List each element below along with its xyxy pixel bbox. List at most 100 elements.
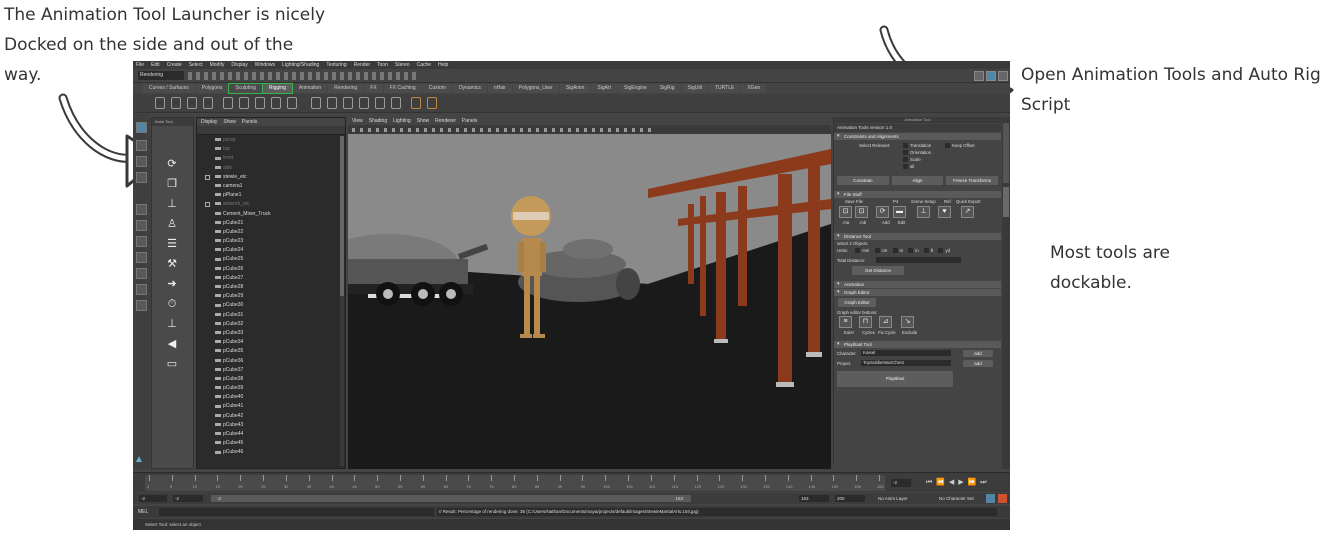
tab-turtle[interactable]: TURTLE: [708, 84, 741, 93]
checkbox-ft[interactable]: [923, 248, 929, 254]
unit-yd[interactable]: yd: [938, 248, 950, 254]
layout-outliner-icon[interactable]: [136, 252, 147, 263]
align-button[interactable]: Align: [891, 176, 944, 185]
command-input[interactable]: [159, 508, 434, 516]
layout-custom-icon[interactable]: [136, 300, 147, 311]
checkbox-in[interactable]: [908, 248, 914, 254]
refresh-icon[interactable]: ⟳: [165, 158, 179, 170]
viewport-menu-show[interactable]: Show: [417, 117, 430, 125]
checkbox-keep-offset[interactable]: [945, 143, 950, 149]
stamp-icon[interactable]: ⊥: [165, 198, 179, 210]
tab-xgen[interactable]: XGen: [741, 84, 767, 93]
outliner-row[interactable]: pCube39: [197, 384, 345, 393]
tab-polygons-user[interactable]: Polygons_User: [512, 84, 559, 93]
copy-pose-icon[interactable]: ❐: [165, 178, 179, 190]
checkbox-translation[interactable]: [903, 143, 908, 149]
total-distance-field[interactable]: [876, 257, 961, 263]
anim-tool-launcher-icon[interactable]: [986, 71, 996, 81]
tab-polygons[interactable]: Polygons: [195, 84, 229, 93]
outliner-row[interactable]: pCube25: [197, 255, 345, 264]
get-distance-button[interactable]: Get Distance: [852, 266, 904, 275]
layout-two-icon[interactable]: [136, 236, 147, 247]
outliner-row[interactable]: pCube40: [197, 393, 345, 402]
orient-constraint-icon[interactable]: [343, 97, 353, 109]
status-line-icons[interactable]: [188, 72, 418, 80]
outliner-row[interactable]: pCube24: [197, 246, 345, 255]
menu-edit[interactable]: Edit: [151, 62, 160, 68]
outliner-row[interactable]: pCube42: [197, 412, 345, 421]
viewport-menu-renderer[interactable]: Renderer: [435, 117, 456, 125]
layout-four-icon[interactable]: [136, 220, 147, 231]
scene-setup-icon[interactable]: ⊥: [917, 206, 930, 218]
expand-toggle-icon[interactable]: [205, 174, 210, 180]
option-all[interactable]: all: [900, 163, 914, 170]
scale-constraint-icon[interactable]: [359, 97, 369, 109]
outliner-row[interactable]: pCube38: [197, 375, 345, 384]
outliner-row[interactable]: pCube44: [197, 430, 345, 439]
outliner-row[interactable]: pCube41: [197, 402, 345, 411]
film-icon[interactable]: ▭: [165, 358, 179, 370]
outliner-row[interactable]: pCube35: [197, 347, 345, 356]
outliner-row[interactable]: pCube29: [197, 292, 345, 301]
outliner-row[interactable]: pCube30: [197, 301, 345, 310]
ik-handle-icon[interactable]: [171, 97, 181, 109]
menu-texturing[interactable]: Texturing: [326, 62, 346, 68]
fix-cycle-icon[interactable]: ⊿: [879, 316, 892, 328]
unit-cm[interactable]: cm: [874, 248, 887, 254]
mel-label[interactable]: MEL: [138, 508, 148, 516]
menu-cache[interactable]: Cache: [417, 62, 431, 68]
tab-rendering[interactable]: Rendering: [328, 84, 364, 93]
outliner-row[interactable]: pCube22: [197, 228, 345, 237]
locator-icon[interactable]: [411, 97, 421, 109]
outliner-row[interactable]: Cement_Mixer_Truck: [197, 210, 345, 219]
project-add-button[interactable]: add: [963, 359, 993, 367]
outliner-menu-panels[interactable]: Panels: [242, 118, 257, 126]
start-frame-field[interactable]: -2: [139, 495, 167, 502]
viewport-menu-shading[interactable]: Shading: [369, 117, 387, 125]
tab-fx[interactable]: FX: [364, 84, 383, 93]
tab-siganim[interactable]: SigAnim: [559, 84, 591, 93]
graph-editor-button[interactable]: Graph Editor: [838, 298, 876, 307]
outliner-filter-field[interactable]: [197, 126, 345, 135]
constrain-button[interactable]: Constrain: [837, 176, 889, 185]
option-scale[interactable]: Scale: [900, 156, 921, 163]
menu-toon[interactable]: Toon: [377, 62, 388, 68]
menu-stereo[interactable]: Stereo: [395, 62, 410, 68]
checkbox-m[interactable]: [892, 248, 898, 254]
viewport-toolbar[interactable]: [348, 125, 831, 134]
menu-modify[interactable]: Modify: [210, 62, 225, 68]
time-slider[interactable]: 1 5 10 15 20 25 30 35 40 45 50 55 60 65 70 75 80 85 90 95 10…: [133, 472, 1010, 492]
wrap-icon[interactable]: [255, 97, 265, 109]
outliner-row[interactable]: pCube32: [197, 320, 345, 329]
euler-filter-icon[interactable]: ≡: [839, 316, 852, 328]
tab-sigart[interactable]: SigArt: [591, 84, 617, 93]
menu-display[interactable]: Display: [231, 62, 247, 68]
quick-export-icon[interactable]: ↗: [961, 206, 974, 218]
outliner-row[interactable]: aniwork_etc: [197, 200, 345, 209]
tab-sigutil[interactable]: SigUtil: [681, 84, 708, 93]
outliner-row[interactable]: pCube45: [197, 439, 345, 448]
option-orientation[interactable]: Orientation: [900, 149, 931, 156]
tab-nhair[interactable]: nHair: [487, 84, 512, 93]
viewport-menu-panels[interactable]: Panels: [462, 117, 477, 125]
auto-key-icon[interactable]: [986, 494, 995, 503]
anim-layer-dropdown[interactable]: No Anim Layer: [878, 495, 908, 502]
outliner-menu-show[interactable]: Show: [223, 118, 236, 126]
unit-ft[interactable]: ft: [923, 248, 933, 254]
point-constraint-icon[interactable]: [311, 97, 321, 109]
outliner-scrollbar[interactable]: [340, 136, 344, 466]
p4-edit-icon[interactable]: ▬: [893, 206, 906, 218]
tab-dynamics[interactable]: Dynamics: [452, 84, 487, 93]
lattice-icon[interactable]: [239, 97, 249, 109]
pin-icon[interactable]: ⊥: [165, 318, 179, 330]
bind-skin-icon[interactable]: [203, 97, 213, 109]
exclude-icon[interactable]: ↘: [901, 316, 914, 328]
camera-icon[interactable]: ◀: [165, 338, 179, 350]
tab-sculpting[interactable]: Sculpting: [228, 83, 263, 94]
outliner-row[interactable]: pCube26: [197, 265, 345, 274]
playback-start-field[interactable]: -2: [173, 495, 203, 502]
section-constraints[interactable]: Constraints and Alignments: [834, 133, 1001, 140]
character-dropdown[interactable]: Kaisel: [861, 350, 951, 356]
character-set-dropdown[interactable]: No Character Set: [939, 495, 974, 502]
unit-m[interactable]: m: [892, 248, 903, 254]
